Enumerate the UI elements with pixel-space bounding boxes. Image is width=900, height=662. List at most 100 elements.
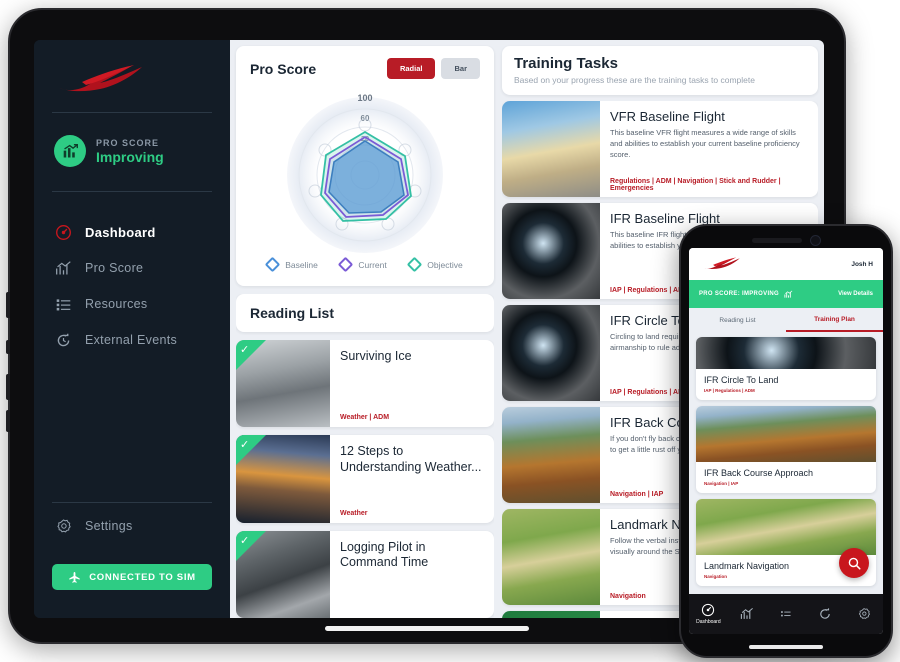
divider-top: [52, 112, 212, 113]
sidebar-footer: Settings CONNECTED TO SIM: [52, 496, 212, 618]
search-fab-button[interactable]: [839, 548, 869, 578]
phone-card[interactable]: IFR Circle To Land IAP | Regulations | A…: [696, 337, 876, 400]
reading-item-tags: Weather: [340, 509, 368, 517]
task-title: VFR Baseline Flight: [610, 109, 725, 124]
phone-card-body: IFR Back Course Approach Navigation | IA…: [696, 462, 876, 493]
left-column: Pro Score Radial Bar 100 60 20 Baseline …: [236, 46, 494, 618]
phone-nav-label: Dashboard: [696, 619, 721, 625]
phone-card-body: IFR Circle To Land IAP | Regulations | A…: [696, 369, 876, 400]
legend-item-objective: Objective: [407, 256, 463, 273]
legend-label: Current: [358, 259, 387, 270]
chart-type-toggle: Radial Bar: [386, 58, 480, 79]
refresh-clock-icon: [820, 608, 830, 619]
sidebar-item-resources[interactable]: Resources: [52, 286, 212, 322]
phone-card-title: IFR Circle To Land: [704, 375, 779, 385]
task-tags: Navigation: [610, 593, 646, 600]
phone-card[interactable]: IFR Back Course Approach Navigation | IA…: [696, 406, 876, 493]
sidebar-item-label: Dashboard: [85, 224, 156, 240]
gear-icon: [858, 608, 870, 619]
sidebar-item-dashboard[interactable]: Dashboard: [52, 214, 212, 250]
reading-item-tags: Weather | ADM: [340, 414, 390, 422]
list-icon: [781, 611, 791, 617]
task-card[interactable]: VFR Baseline Flight This baseline VFR fl…: [502, 101, 818, 197]
training-tasks-header: Training Tasks Based on your progress th…: [502, 46, 818, 95]
gauge-icon: [54, 223, 72, 241]
phone-nav-settings[interactable]: [844, 607, 883, 621]
legend-label: Baseline: [285, 259, 318, 270]
task-thumbnail: [502, 101, 600, 197]
task-thumbnail: [502, 611, 600, 618]
sidebar-item-settings[interactable]: Settings: [52, 509, 212, 544]
tablet-button-1[interactable]: [6, 292, 10, 318]
completed-check-icon: ✓: [236, 340, 266, 370]
radial-toggle-button[interactable]: Radial: [386, 58, 436, 79]
reading-item-body: Logging Pilot in Command Time: [330, 531, 494, 618]
airplane-icon: [69, 571, 80, 583]
phone-home-indicator: [749, 645, 823, 649]
phone-user-name[interactable]: Josh H: [851, 261, 873, 268]
list-item[interactable]: ✓ 12 Steps to Understanding Weather... W…: [236, 435, 494, 523]
gauge-icon: [702, 603, 715, 617]
pro-score-card-header: Pro Score Radial Bar: [250, 58, 480, 79]
task-thumbnail: [502, 203, 600, 299]
list-item[interactable]: ✓ Surviving Ice Weather | ADM: [236, 340, 494, 428]
task-description: This baseline VFR flight measures a wide…: [610, 128, 800, 159]
sim-button-label: CONNECTED TO SIM: [89, 571, 196, 583]
phone-card-tags: IAP | Regulations | ADM: [704, 388, 755, 393]
chart-up-icon: [741, 608, 754, 619]
sidebar-item-label: Pro Score: [85, 261, 144, 275]
tablet-button-2[interactable]: [6, 340, 10, 354]
sidebar-nav: Dashboard Pro Score Resources External E…: [52, 198, 212, 358]
chart-up-icon: [63, 143, 78, 157]
phone-nav-dashboard[interactable]: Dashboard: [689, 603, 728, 625]
phone-card-image: [696, 499, 876, 555]
connected-to-sim-button[interactable]: CONNECTED TO SIM: [52, 564, 212, 590]
sidebar-item-label: External Events: [85, 333, 178, 347]
phone-pro-score-label-group: PRO SCORE: IMPROVING: [699, 290, 793, 299]
gear-icon: [54, 517, 72, 535]
sidebar-item-pro-score[interactable]: Pro Score: [52, 250, 212, 286]
reading-list-panel: Reading List ✓ Surviving Ice Weather | A…: [236, 294, 494, 618]
legend-item-baseline: Baseline: [264, 256, 318, 273]
phone-view-details-link[interactable]: View Details: [838, 291, 873, 297]
task-tags: IAP | Regulations | ADM: [610, 389, 689, 396]
app-logo[interactable]: [52, 54, 212, 106]
task-thumbnail: [502, 305, 600, 401]
phone-header: Josh H: [689, 248, 883, 280]
phone-card-title: IFR Back Course Approach: [704, 468, 814, 478]
reading-item-title: Surviving Ice: [340, 349, 412, 363]
divider-bottom: [52, 502, 212, 503]
pro-score-card: Pro Score Radial Bar 100 60 20 Baseline …: [236, 46, 494, 286]
sidebar-pro-score[interactable]: PRO SCORE Improving: [52, 119, 212, 185]
tablet-home-indicator: [325, 626, 529, 631]
training-tasks-title: Training Tasks: [514, 55, 618, 72]
pro-score-label: PRO SCORE: [96, 137, 160, 148]
sidebar-item-external-events[interactable]: External Events: [52, 322, 212, 358]
legend-swatch-baseline: [264, 256, 281, 273]
phone-pro-score-banner[interactable]: PRO SCORE: IMPROVING View Details: [689, 280, 883, 308]
task-thumbnail: [502, 509, 600, 605]
tab-training-plan[interactable]: Training Plan: [786, 308, 883, 332]
red-wing-logo-icon[interactable]: [699, 256, 745, 272]
tab-reading-list[interactable]: Reading List: [689, 308, 786, 332]
notch-speaker: [751, 237, 802, 243]
reading-item-body: Surviving Ice Weather | ADM: [330, 340, 494, 427]
list-item[interactable]: ✓ Logging Pilot in Command Time: [236, 530, 494, 618]
phone-bottom-nav: Dashboard: [689, 594, 883, 634]
chart-up-icon: [54, 259, 72, 277]
tablet-button-4[interactable]: [6, 410, 10, 432]
phone-nav-external-events[interactable]: [805, 607, 844, 621]
phone-nav-pro-score[interactable]: [728, 607, 767, 621]
phone-nav-resources[interactable]: [767, 607, 806, 621]
training-tasks-subtitle: Based on your progress these are the tra…: [514, 75, 755, 85]
phone-card-tags: Navigation | IAP: [704, 481, 739, 486]
bar-toggle-button[interactable]: Bar: [441, 58, 480, 79]
chart-legend: Baseline Current Objective: [250, 255, 480, 276]
reading-list-items: ✓ Surviving Ice Weather | ADM ✓ 12 Steps…: [236, 340, 494, 618]
tablet-button-3[interactable]: [6, 374, 10, 400]
reading-item-thumbnail: ✓: [236, 340, 330, 428]
legend-label: Objective: [427, 259, 463, 270]
refresh-clock-icon: [54, 331, 72, 349]
reading-item-body: 12 Steps to Understanding Weather... Wea…: [330, 435, 494, 522]
red-wing-logo-icon: [59, 65, 142, 92]
